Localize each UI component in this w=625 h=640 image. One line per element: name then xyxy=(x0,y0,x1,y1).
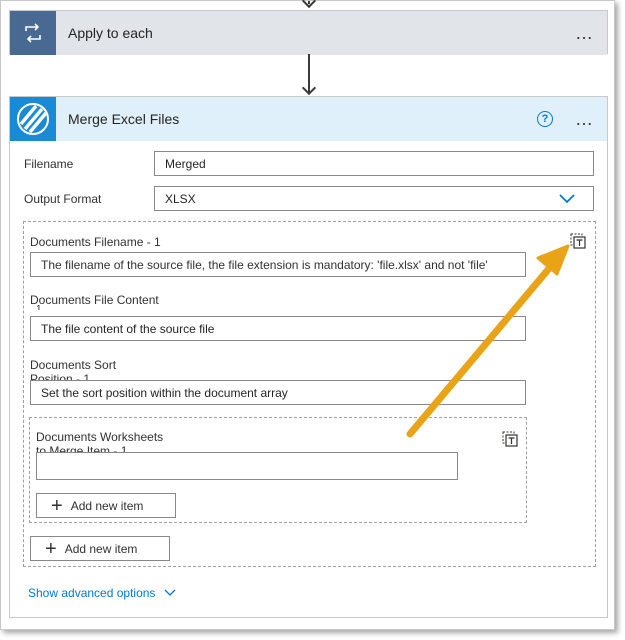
annotation-arrow xyxy=(406,244,570,438)
flow-designer-canvas: Apply to each … Merge Excel Files ? … Fi… xyxy=(0,0,615,630)
